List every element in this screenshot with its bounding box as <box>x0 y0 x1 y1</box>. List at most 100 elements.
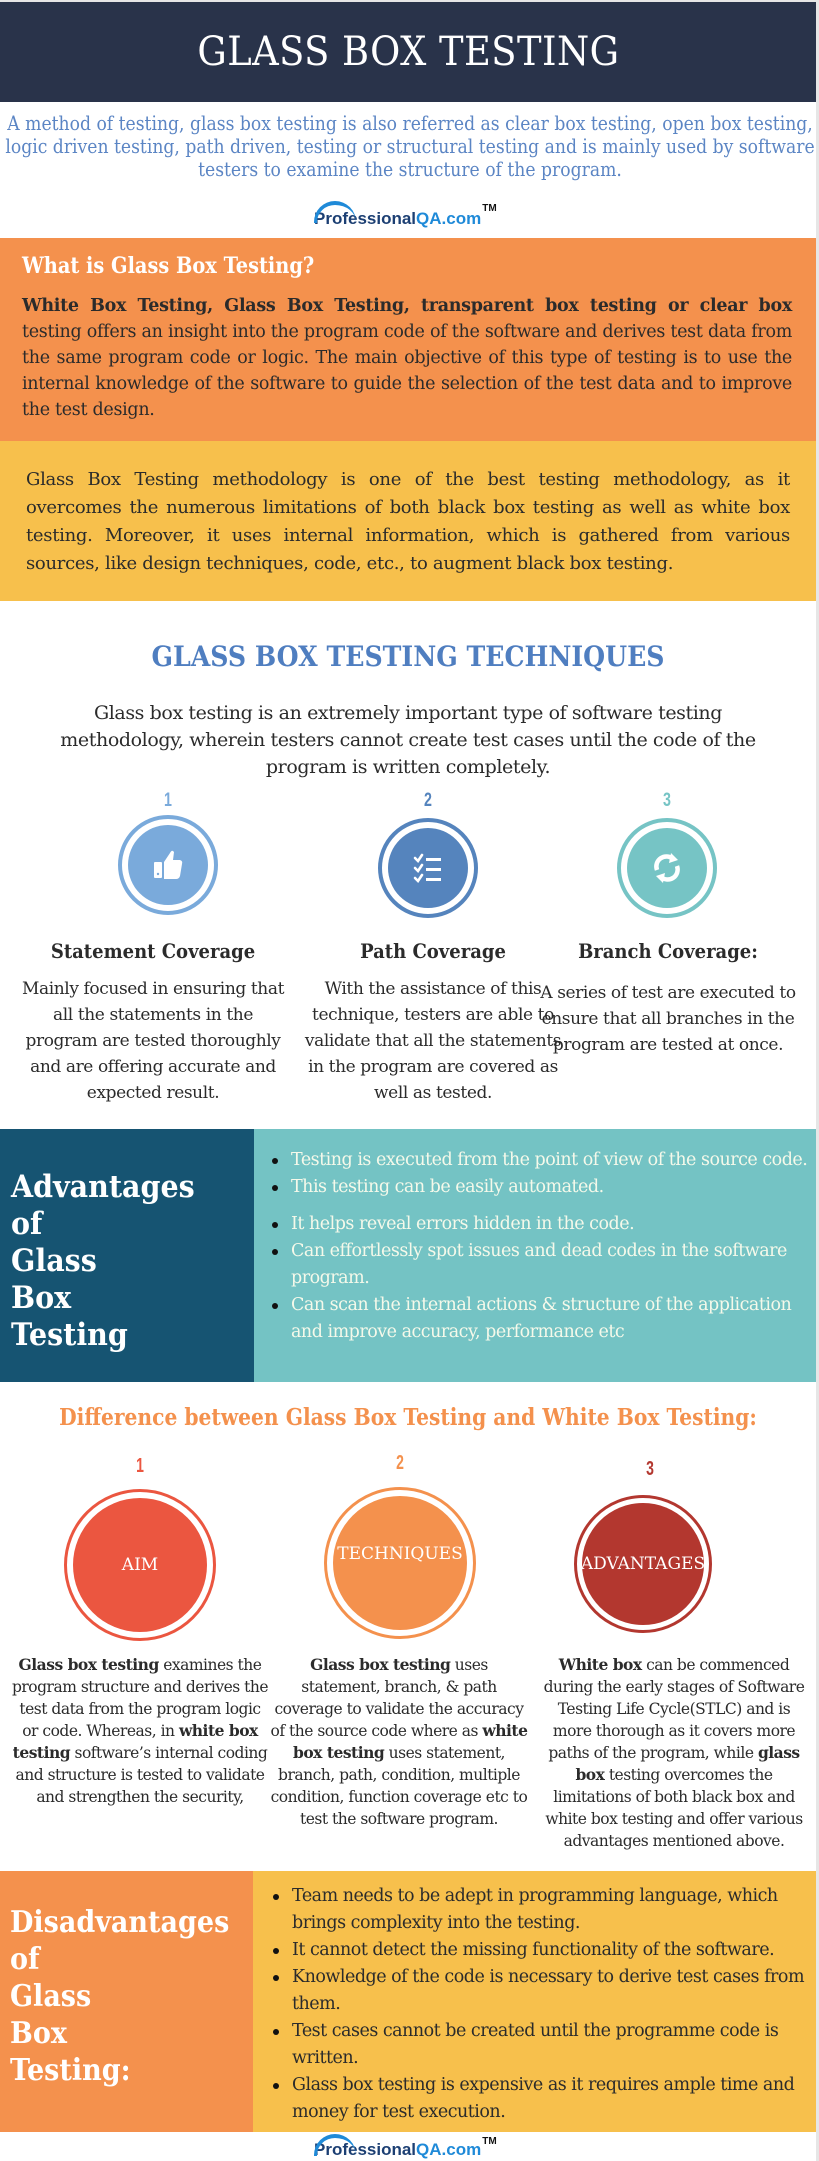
infographic-page: GLASS BOX TESTING A method of testing, g… <box>0 0 819 2161</box>
logo-arc-icon <box>314 2134 356 2156</box>
bullet-icon <box>272 1185 278 1191</box>
advantage-item: Testing is executed from the point of vi… <box>254 1147 812 1174</box>
advantage-text: This testing can be easily automated. <box>291 1177 604 1197</box>
disadvantage-item: Test cases cannot be created until the p… <box>253 2018 812 2072</box>
disadvantage-text: Knowledge of the code is necessary to de… <box>292 1967 805 2014</box>
advantages-title-line: Box <box>11 1280 72 1316</box>
difference-card-advantages: White box can be commenced during the ea… <box>542 1654 806 1852</box>
logo-text-qa: QA.com <box>416 2140 482 2159</box>
brand-logo: Professional QA.com TM <box>314 201 497 229</box>
difference-number-3: 3 <box>646 1458 654 1480</box>
technique-title: Statement Coverage <box>50 939 256 963</box>
disadvantage-item: Glass box testing is expensive as it req… <box>253 2072 812 2126</box>
difference-number-2: 2 <box>396 1452 404 1474</box>
advantage-text: It helps reveal errors hidden in the cod… <box>291 1214 635 1234</box>
disadvantage-item: Team needs to be adept in programming la… <box>253 1883 812 1937</box>
advantages-title-line: Testing <box>11 1317 128 1353</box>
advantages-title-line: Advantages <box>11 1169 195 1205</box>
difference-badge-aim: AIM <box>64 1489 216 1641</box>
intro-text: A method of testing, glass box testing i… <box>0 112 816 181</box>
bold-term: Glass box testing <box>18 1655 160 1674</box>
disadvantages-title-line: Glass <box>10 1979 92 2014</box>
bullet-icon <box>272 1158 278 1164</box>
disadvantages-list-panel: Team needs to be adept in programming la… <box>253 1871 816 2132</box>
disadvantages-title-line: Box <box>10 2016 67 2051</box>
checklist-icon <box>388 828 468 908</box>
advantage-item: Can scan the internal actions & structur… <box>254 1292 812 1346</box>
disadvantages-title-line: Testing: <box>10 2053 131 2088</box>
bold-term: White box <box>558 1655 642 1674</box>
disadvantage-text: Glass box testing is expensive as it req… <box>292 2075 795 2122</box>
logo-trademark: TM <box>482 203 497 214</box>
what-is-bold-lead: White Box Testing, Glass Box Testing, tr… <box>22 296 792 316</box>
difference-label-aim: AIM <box>73 1498 207 1632</box>
technique-number-2: 2 <box>424 790 432 811</box>
title-banner: GLASS BOX TESTING <box>0 2 816 102</box>
bullet-icon <box>272 1222 278 1228</box>
difference-card-aim: Glass box testing examines the program s… <box>11 1654 269 1808</box>
advantage-text: Can effortlessly spot issues and dead co… <box>291 1241 787 1288</box>
technique-description: With the assistance of this technique, t… <box>304 979 562 1103</box>
technique-title: Branch Coverage: <box>578 939 758 963</box>
bold-term: Glass box testing <box>310 1655 451 1674</box>
methodology-paragraph: Glass Box Testing methodology is one of … <box>26 469 790 574</box>
page-title: GLASS BOX TESTING <box>196 29 620 75</box>
thumbs-up-icon <box>128 825 208 905</box>
disadvantages-list: Team needs to be adept in programming la… <box>253 1883 812 2126</box>
what-is-section: What is Glass Box Testing? White Box Tes… <box>0 238 816 441</box>
disadvantage-text: Test cases cannot be created until the p… <box>292 2021 779 2068</box>
disadvantage-text: Team needs to be adept in programming la… <box>292 1886 778 1933</box>
what-is-paragraph: White Box Testing, Glass Box Testing, tr… <box>22 293 792 423</box>
intro-paragraph: A method of testing, glass box testing i… <box>5 111 815 181</box>
difference-badge-advantages: ADVANTAGES <box>574 1495 712 1633</box>
logo-text-qa: QA.com <box>416 209 482 228</box>
difference-card-techniques: Glass box testing uses statement, branch… <box>270 1654 528 1830</box>
technique-number-1: 1 <box>164 790 172 811</box>
technique-badge-3 <box>617 818 717 918</box>
difference-title: Difference between Glass Box Testing and… <box>59 1404 757 1431</box>
technique-badge-2 <box>378 818 478 918</box>
disadvantage-text: It cannot detect the missing functionali… <box>292 1940 775 1960</box>
advantages-list: Testing is executed from the point of vi… <box>254 1147 812 1346</box>
advantages-list-panel: Testing is executed from the point of vi… <box>254 1129 816 1382</box>
bullet-icon <box>273 2029 279 2035</box>
bullet-icon <box>272 1249 278 1255</box>
technique-card-path: Path Coverage With the assistance of thi… <box>298 938 568 1106</box>
what-is-body: testing offers an insight into the progr… <box>22 322 792 420</box>
bullet-icon <box>273 1894 279 1900</box>
advantages-title-panel: Advantages of Glass Box Testing <box>0 1129 254 1382</box>
methodology-section: Glass Box Testing methodology is one of … <box>0 441 816 601</box>
footer-logo: Professional QA.com TM <box>314 2134 497 2160</box>
advantage-text: Can scan the internal actions & structur… <box>291 1295 792 1342</box>
what-is-heading: What is Glass Box Testing? <box>22 253 315 279</box>
bullet-icon <box>272 1303 278 1309</box>
technique-title: Path Coverage <box>360 939 506 963</box>
difference-label-techniques: TECHNIQUES <box>333 1496 467 1630</box>
bullet-icon <box>273 1948 279 1954</box>
technique-card-statement: Statement Coverage Mainly focused in ens… <box>18 938 288 1106</box>
techniques-title: GLASS BOX TESTING TECHNIQUES <box>151 640 665 673</box>
advantage-item: It helps reveal errors hidden in the cod… <box>254 1211 812 1238</box>
technique-badge-1 <box>118 815 218 915</box>
difference-badge-techniques: TECHNIQUES <box>324 1487 476 1639</box>
bullet-icon <box>273 2083 279 2089</box>
advantages-title-line: Glass <box>11 1243 97 1279</box>
technique-card-branch: Branch Coverage: A series of test are ex… <box>533 938 803 1058</box>
disadvantages-section: Disadvantages of Glass Box Testing: Team… <box>0 1871 816 2132</box>
disadvantage-item: Knowledge of the code is necessary to de… <box>253 1964 812 2018</box>
advantages-section: Advantages of Glass Box Testing Testing … <box>0 1129 816 1382</box>
disadvantages-title-line: of <box>10 1942 40 1977</box>
difference-label-advantages: ADVANTAGES <box>581 1503 705 1625</box>
disadvantage-item: It cannot detect the missing functionali… <box>253 1937 812 1964</box>
techniques-intro: Glass box testing is an extremely import… <box>60 702 756 778</box>
advantage-item: This testing can be easily automated. <box>254 1174 812 1201</box>
logo-trademark: TM <box>482 2136 497 2147</box>
refresh-icon <box>627 828 707 908</box>
advantages-title-line: of <box>11 1206 43 1242</box>
technique-description: Mainly focused in ensuring that all the … <box>21 979 285 1103</box>
disadvantages-title-panel: Disadvantages of Glass Box Testing: <box>0 1871 253 2132</box>
logo-arc-icon <box>314 201 356 223</box>
technique-number-3: 3 <box>663 790 671 811</box>
disadvantages-title-line: Disadvantages <box>10 1905 230 1940</box>
bullet-icon <box>273 1975 279 1981</box>
